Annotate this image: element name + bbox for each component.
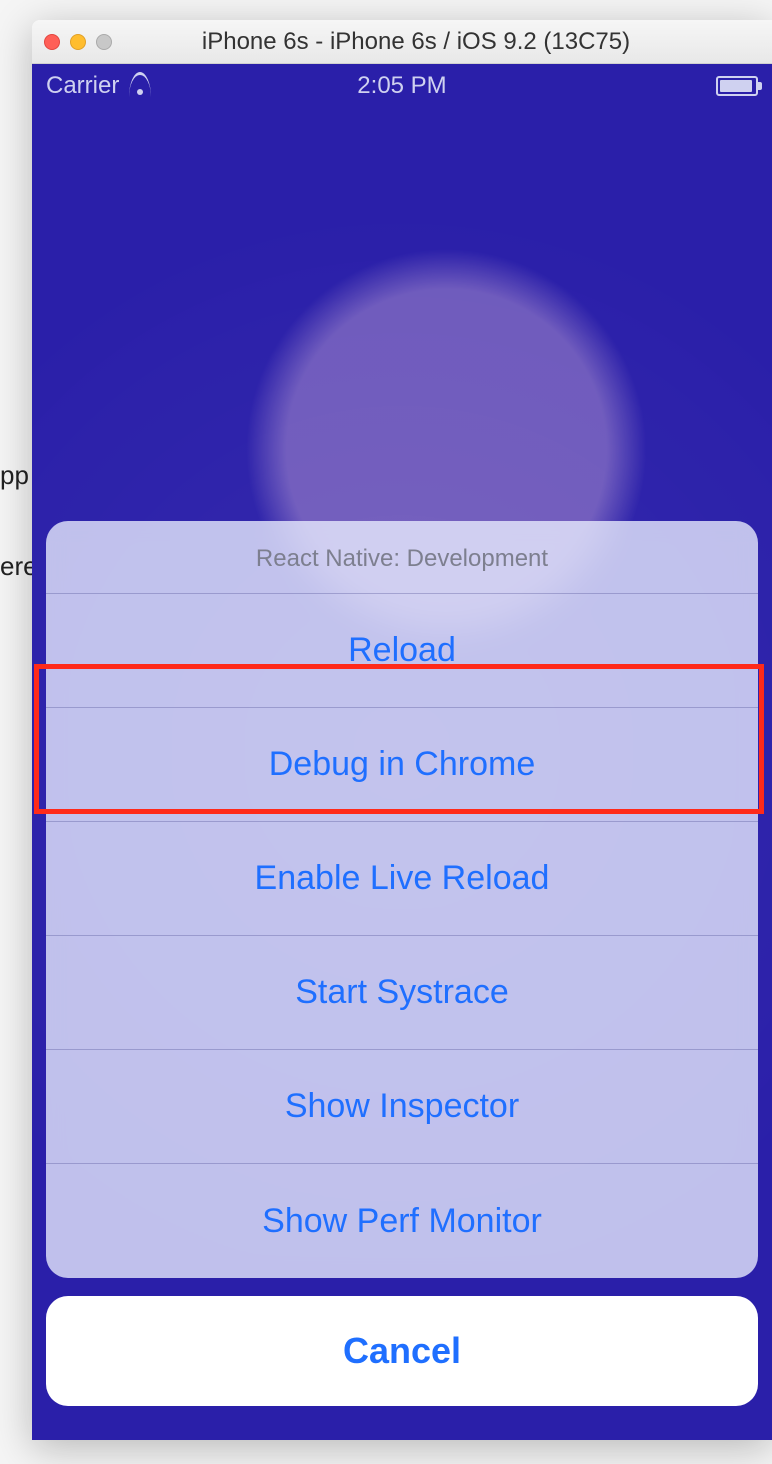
ios-status-bar: Carrier 2:05 PM [32,64,772,108]
action-label: Debug in Chrome [269,745,535,784]
window-close-button[interactable] [44,34,60,50]
background-page-fragment: pp ere [0,460,32,1464]
action-sheet-title: React Native: Development [46,521,758,594]
action-start-systrace[interactable]: Start Systrace [46,936,758,1050]
mac-titlebar[interactable]: iPhone 6s - iPhone 6s / iOS 9.2 (13C75) [32,20,772,64]
action-sheet: React Native: Development Reload Debug i… [46,521,758,1406]
clock-label: 2:05 PM [32,72,772,100]
action-sheet-group: React Native: Development Reload Debug i… [46,521,758,1278]
action-show-inspector[interactable]: Show Inspector [46,1050,758,1164]
window-minimize-button[interactable] [70,34,86,50]
bg-text: ere [0,551,32,582]
device-screen: Carrier 2:05 PM React Native: Developmen… [32,64,772,1440]
action-label: Reload [348,631,456,670]
cancel-label: Cancel [343,1330,461,1372]
action-debug-chrome[interactable]: Debug in Chrome [46,708,758,822]
action-cancel[interactable]: Cancel [46,1296,758,1406]
action-label: Show Perf Monitor [262,1202,542,1241]
traffic-lights [44,34,112,50]
window-zoom-button[interactable] [96,34,112,50]
action-reload[interactable]: Reload [46,594,758,708]
action-enable-live-reload[interactable]: Enable Live Reload [46,822,758,936]
action-show-perf-monitor[interactable]: Show Perf Monitor [46,1164,758,1278]
battery-icon [716,76,758,96]
simulator-window: iPhone 6s - iPhone 6s / iOS 9.2 (13C75) … [32,20,772,1440]
action-label: Start Systrace [295,973,509,1012]
action-label: Enable Live Reload [255,859,550,898]
bg-text: pp [0,460,32,491]
action-label: Show Inspector [285,1087,519,1126]
window-title: iPhone 6s - iPhone 6s / iOS 9.2 (13C75) [132,28,760,56]
